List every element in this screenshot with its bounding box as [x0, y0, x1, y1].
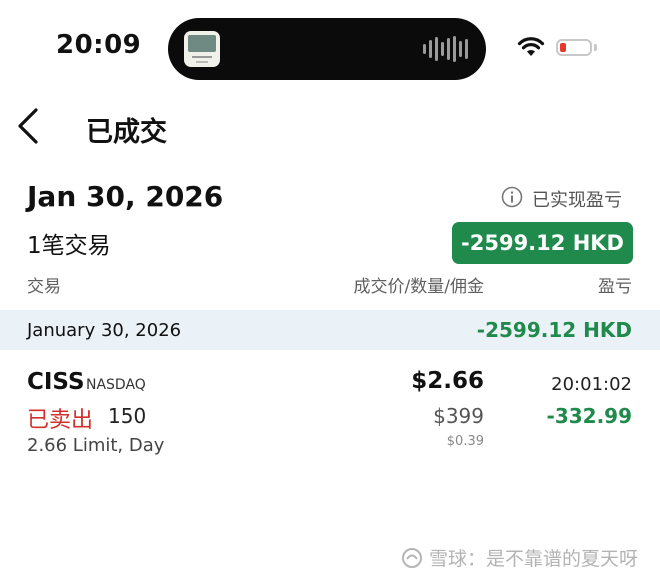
- column-header-price-qty-commission: 成交价/数量/佣金: [353, 277, 484, 297]
- info-icon[interactable]: [501, 186, 523, 208]
- wifi-icon: [517, 37, 545, 56]
- group-pl: -2599.12 HKD: [476, 318, 632, 342]
- battery-low-icon: [556, 39, 592, 56]
- total-pl-badge: -2599.12 HKD: [452, 222, 633, 264]
- battery-tip: [594, 44, 597, 51]
- trade-count: 1笔交易: [27, 233, 111, 259]
- snowball-logo-icon: [401, 547, 422, 568]
- status-time: 20:09: [56, 30, 142, 60]
- column-header-trade: 交易: [27, 277, 61, 297]
- trade-quantity: 150: [108, 404, 147, 428]
- group-date: January 30, 2026: [27, 320, 182, 341]
- trade-price: $2.66: [411, 368, 484, 394]
- chevron-left-icon[interactable]: [14, 106, 44, 146]
- audio-waveform-icon: [423, 36, 468, 62]
- trade-pl: -332.99: [546, 404, 632, 428]
- watermark-text: 雪球：是不靠谱的夏天呀: [428, 548, 638, 570]
- trade-side: 已卖出: [27, 408, 94, 433]
- page-title: 已成交: [86, 117, 167, 148]
- trade-symbol: CISS: [27, 369, 85, 395]
- column-header-pl: 盈亏: [598, 277, 632, 297]
- trade-order-type: 2.66 Limit, Day: [27, 435, 165, 456]
- summary-date: Jan 30, 2026: [27, 180, 224, 213]
- dynamic-island[interactable]: [168, 18, 486, 80]
- watermark: 雪球：是不靠谱的夏天呀: [401, 544, 638, 571]
- album-art: [184, 31, 220, 67]
- realized-pl-label[interactable]: 已实现盈亏: [532, 186, 622, 212]
- trade-amount: $399: [433, 404, 484, 428]
- trade-commission: $0.39: [446, 434, 484, 449]
- trade-time: 20:01:02: [551, 374, 632, 395]
- trade-exchange: NASDAQ: [86, 377, 146, 393]
